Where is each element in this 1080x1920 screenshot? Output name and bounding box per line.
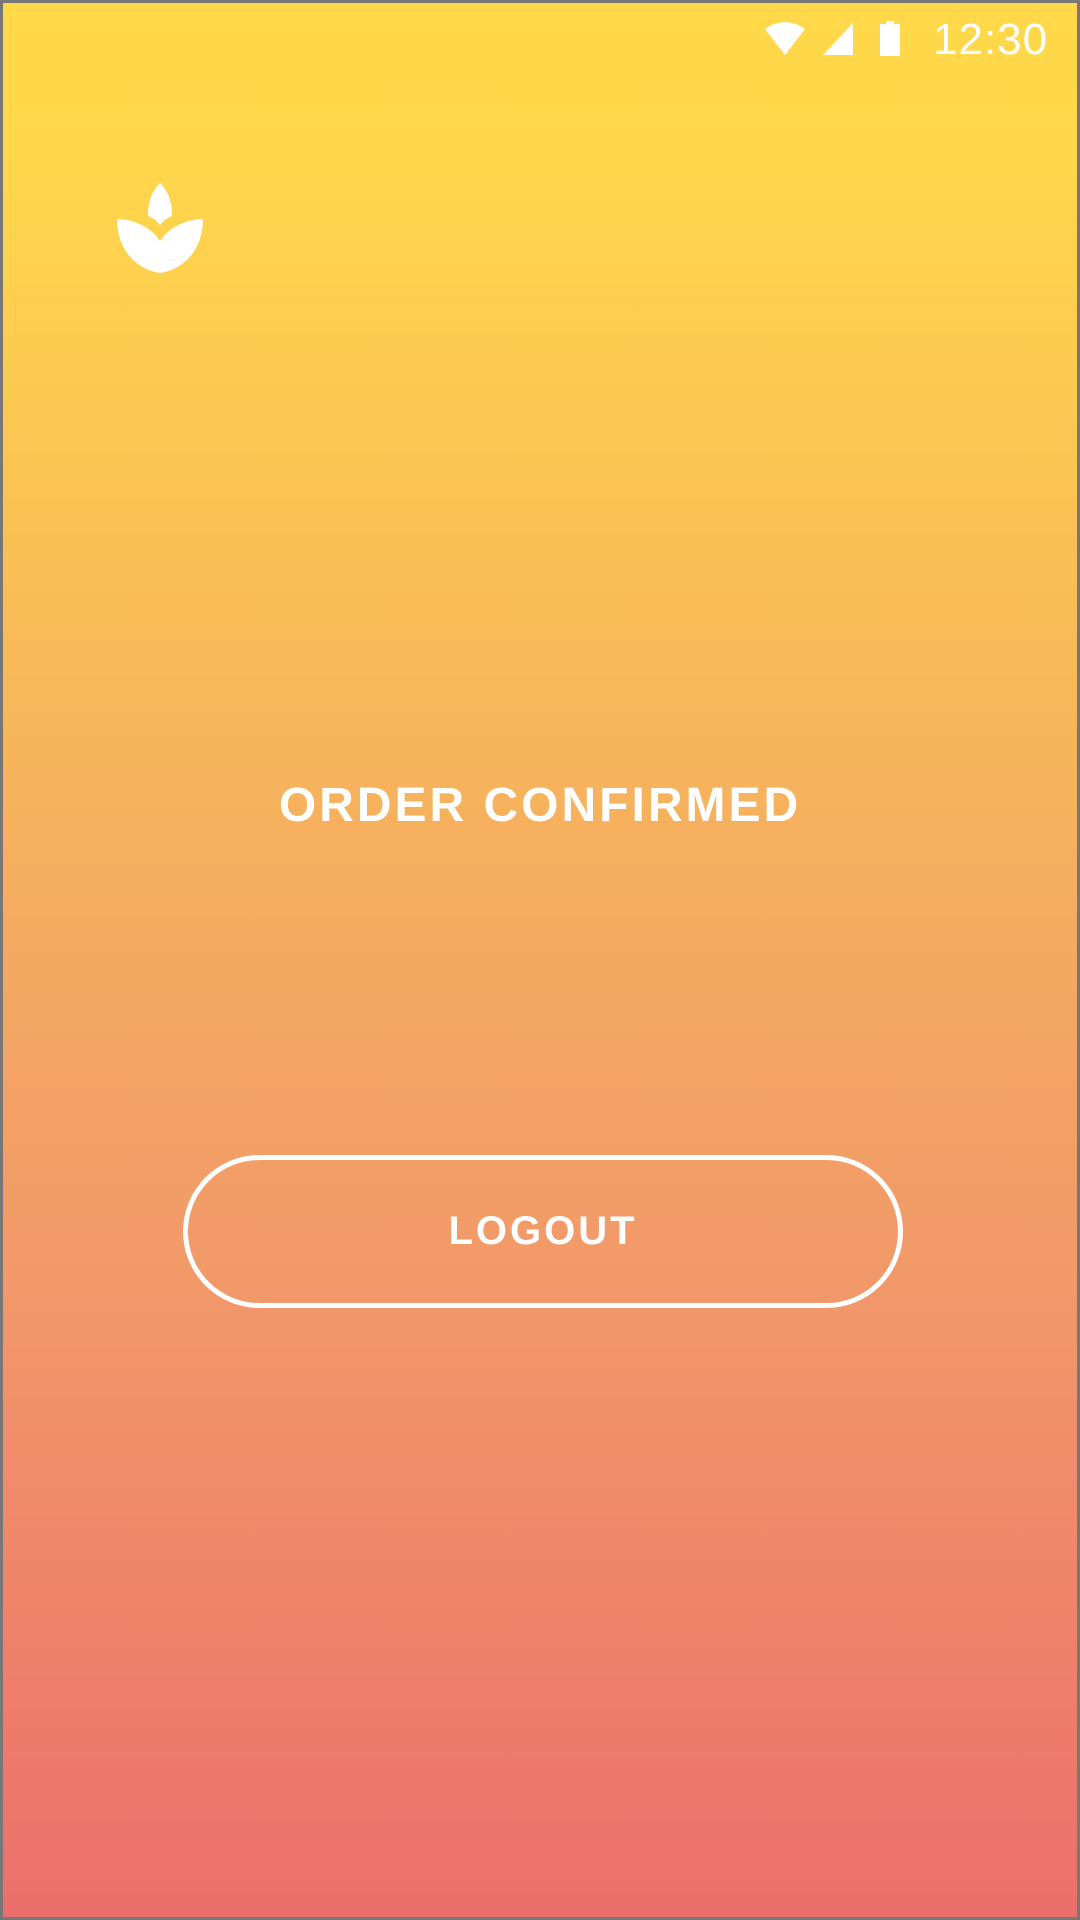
wifi-icon (763, 21, 807, 62)
page-title: ORDER CONFIRMED (278, 779, 802, 832)
leaf-sprout-logo-icon (113, 181, 207, 275)
logout-button[interactable]: LOGOUT (183, 1155, 903, 1308)
order-confirmed-screen: 12:30 ORDER CONFIRMED LOGOUT (0, 0, 1080, 1920)
cellular-signal-icon (821, 21, 855, 62)
battery-icon (879, 21, 901, 62)
status-bar: 12:30 (3, 3, 1077, 78)
status-bar-clock: 12:30 (933, 15, 1049, 64)
